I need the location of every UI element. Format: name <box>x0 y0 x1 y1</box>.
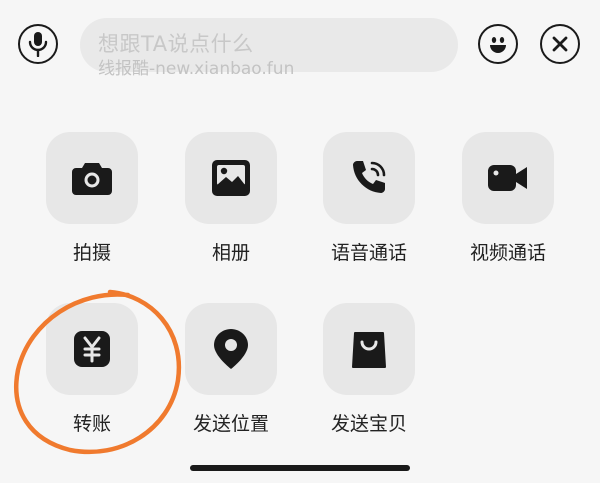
smiley-icon <box>490 37 506 53</box>
action-label-voice-call: 语音通话 <box>330 242 407 264</box>
location-pin-icon <box>214 329 248 369</box>
action-label-send-item: 发送宝贝 <box>330 413 407 435</box>
microphone-icon <box>28 32 48 57</box>
action-send-location[interactable] <box>185 303 277 395</box>
watermark-text: 线报酷-new.xianbao.fun <box>98 59 295 79</box>
voice-button[interactable] <box>18 24 58 64</box>
action-label-album: 相册 <box>211 242 250 264</box>
action-label-camera: 拍摄 <box>72 242 111 264</box>
yuan-transfer-icon <box>74 331 110 367</box>
action-label-video-call: 视频通话 <box>469 242 546 264</box>
action-label-send-location: 发送位置 <box>192 413 269 435</box>
close-button[interactable] <box>540 24 580 64</box>
action-transfer[interactable] <box>46 303 138 395</box>
action-label-transfer: 转账 <box>72 413 111 435</box>
action-voice-call[interactable] <box>323 132 415 224</box>
action-camera[interactable] <box>46 132 138 224</box>
camera-icon <box>72 163 112 195</box>
photo-album-icon <box>212 160 250 196</box>
action-send-item[interactable] <box>323 303 415 395</box>
emoji-button[interactable] <box>478 24 518 64</box>
close-icon <box>552 36 568 52</box>
action-album[interactable] <box>185 132 277 224</box>
phone-call-icon <box>353 161 386 193</box>
message-input[interactable]: 想跟TA说点什么 线报酷-new.xianbao.fun <box>80 18 458 79</box>
action-video-call[interactable] <box>462 132 554 224</box>
video-camera-icon <box>488 165 527 191</box>
home-indicator[interactable] <box>190 465 410 471</box>
shopping-bag-icon <box>352 332 386 368</box>
